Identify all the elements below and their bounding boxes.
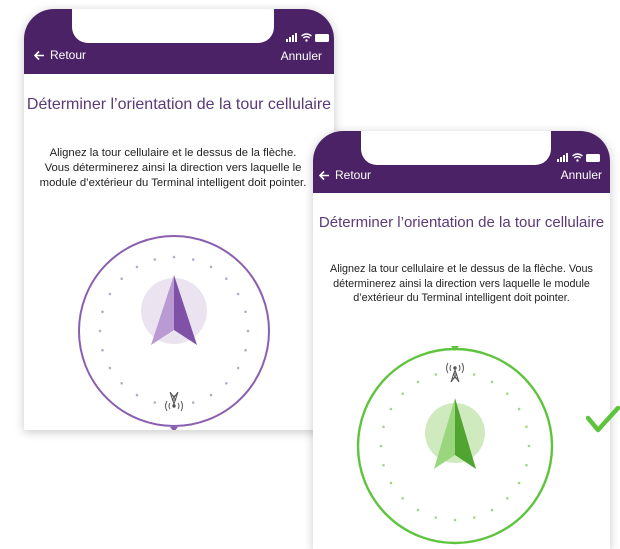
compass-dot (108, 366, 112, 370)
phone-notch (72, 9, 274, 43)
back-button-label: Retour (50, 48, 87, 62)
cancel-button-label: Annuler (280, 49, 322, 63)
compass-dot (244, 310, 247, 314)
compass-dot (490, 508, 494, 512)
page-title: Déterminer l’orientation de la tour cell… (318, 214, 605, 231)
compass-dot (191, 401, 195, 404)
arrow-left-icon (33, 50, 44, 60)
compass-dot (191, 258, 195, 261)
compass-dot (225, 382, 228, 385)
compass-dot (172, 255, 176, 259)
compass-dot (135, 393, 139, 397)
compass-dot (382, 425, 385, 429)
compass-dot (527, 444, 531, 448)
compass-dot (453, 518, 457, 522)
compass-dot (209, 265, 213, 269)
compass-dot (135, 265, 139, 269)
compass-dot (517, 407, 521, 411)
wifi-icon (301, 33, 312, 42)
status-icons (557, 153, 601, 162)
compass-dot (401, 392, 404, 395)
wifi-icon (572, 153, 583, 162)
compass-dot (153, 401, 157, 404)
back-button[interactable]: Retour (318, 168, 371, 182)
compass-dot (389, 481, 393, 485)
top-bar: Retour Annuler (313, 131, 610, 193)
compass-dot (101, 310, 104, 314)
compass-dot (209, 393, 213, 397)
compass-dot (244, 348, 247, 352)
cell-tower-icon (165, 391, 183, 412)
compass-dot (525, 425, 528, 429)
top-bar: Retour Annuler (24, 9, 334, 74)
cancel-button-label: Annuler (560, 168, 602, 182)
compass-dot (506, 497, 509, 500)
compass-dot (225, 277, 228, 280)
page-title: Déterminer l’orientation de la tour cell… (26, 96, 332, 113)
compass-dot (382, 463, 385, 467)
checkmark-icon (586, 406, 620, 433)
compass-dot (416, 380, 420, 384)
instructions-text: Alignez la tour cellulaire et le dessus … (330, 263, 593, 304)
compass-dot (472, 373, 476, 376)
arrow-left-icon (318, 170, 329, 180)
status-icons (286, 33, 330, 42)
ring-indicator (170, 427, 178, 430)
compass-dot (490, 380, 494, 384)
compass-dot (472, 516, 476, 519)
instructions-text: Alignez la tour cellulaire et le dessus … (39, 147, 307, 189)
compass-dot (120, 382, 123, 385)
phone-screen-not-aligned: Retour Annuler Déterminer l’orientation … (24, 9, 334, 430)
compass-dot (525, 463, 528, 467)
back-button-label: Retour (335, 168, 372, 182)
compass-dot (434, 516, 438, 519)
compass-dot (246, 329, 250, 333)
compass-dot (236, 292, 240, 296)
battery-icon (315, 33, 329, 42)
compass-dot (389, 407, 393, 411)
phone-screen-aligned: Retour Annuler Déterminer l’orientation … (313, 131, 610, 549)
compass-dial (356, 346, 554, 545)
phone-notch (361, 131, 551, 165)
compass-dot (120, 277, 123, 280)
cancel-button[interactable]: Annuler (281, 49, 322, 63)
compass-dot (379, 444, 383, 448)
compass-dot (416, 508, 420, 512)
compass-dot (108, 292, 112, 296)
compass-dot (153, 258, 157, 261)
compass-dot (517, 481, 521, 485)
battery-icon (586, 153, 600, 162)
compass-dot (236, 366, 240, 370)
compass-dial (78, 235, 270, 430)
cancel-button[interactable]: Annuler (561, 168, 602, 182)
signal-icon (557, 153, 568, 162)
compass-dot (401, 497, 404, 500)
compass-dot (98, 329, 102, 333)
compass-dot (506, 392, 509, 395)
back-button[interactable]: Retour (33, 48, 86, 62)
compass-dot (101, 348, 104, 352)
compass-dot (434, 373, 438, 376)
signal-icon (286, 33, 297, 42)
